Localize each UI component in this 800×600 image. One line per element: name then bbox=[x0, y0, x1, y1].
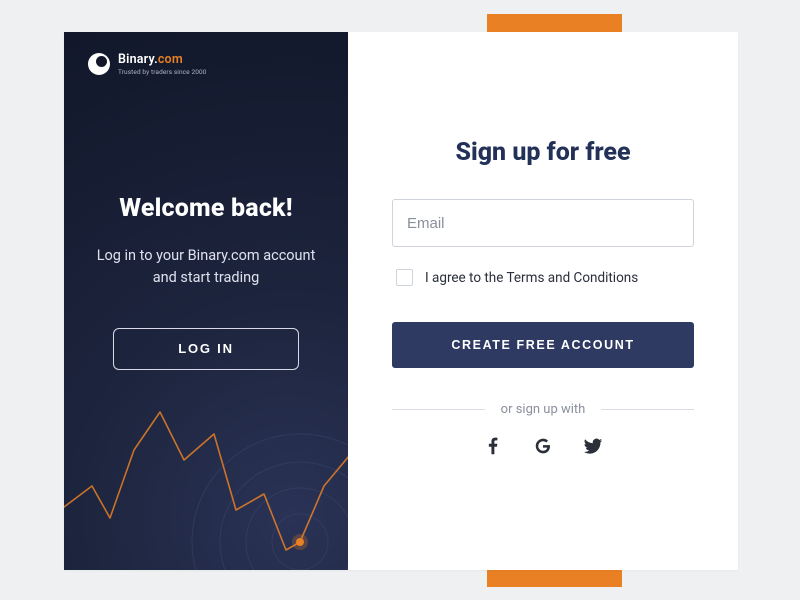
brand-logo: Binary.com Trusted by traders since 2000 bbox=[88, 52, 324, 76]
email-field[interactable] bbox=[392, 199, 694, 247]
welcome-heading: Welcome back! bbox=[88, 194, 324, 223]
welcome-subtext: Log in to your Binary.com account and st… bbox=[88, 245, 324, 290]
alt-signup-label: or sign up with bbox=[501, 402, 586, 417]
google-icon[interactable] bbox=[532, 435, 554, 457]
login-button[interactable]: LOG IN bbox=[113, 328, 299, 370]
terms-label[interactable]: I agree to the Terms and Conditions bbox=[425, 270, 638, 286]
create-account-button[interactable]: CREATE FREE ACCOUNT bbox=[392, 322, 694, 368]
brand-name-suf: com bbox=[158, 52, 183, 67]
alt-signup-divider: or sign up with bbox=[392, 402, 694, 417]
chart-decoration bbox=[64, 390, 348, 570]
social-signup-row bbox=[392, 435, 694, 457]
brand-logo-icon bbox=[88, 53, 110, 75]
brand-name-pre: Binary bbox=[118, 52, 154, 67]
signup-heading: Sign up for free bbox=[392, 138, 694, 167]
facebook-icon[interactable] bbox=[482, 435, 504, 457]
brand-tagline: Trusted by traders since 2000 bbox=[118, 68, 206, 76]
twitter-icon[interactable] bbox=[582, 435, 604, 457]
auth-card: Binary.com Trusted by traders since 2000… bbox=[64, 32, 738, 570]
welcome-panel: Binary.com Trusted by traders since 2000… bbox=[64, 32, 348, 570]
brand-name: Binary.com bbox=[118, 52, 206, 67]
signup-panel: Sign up for free I agree to the Terms an… bbox=[348, 32, 738, 570]
terms-checkbox[interactable] bbox=[396, 269, 413, 286]
